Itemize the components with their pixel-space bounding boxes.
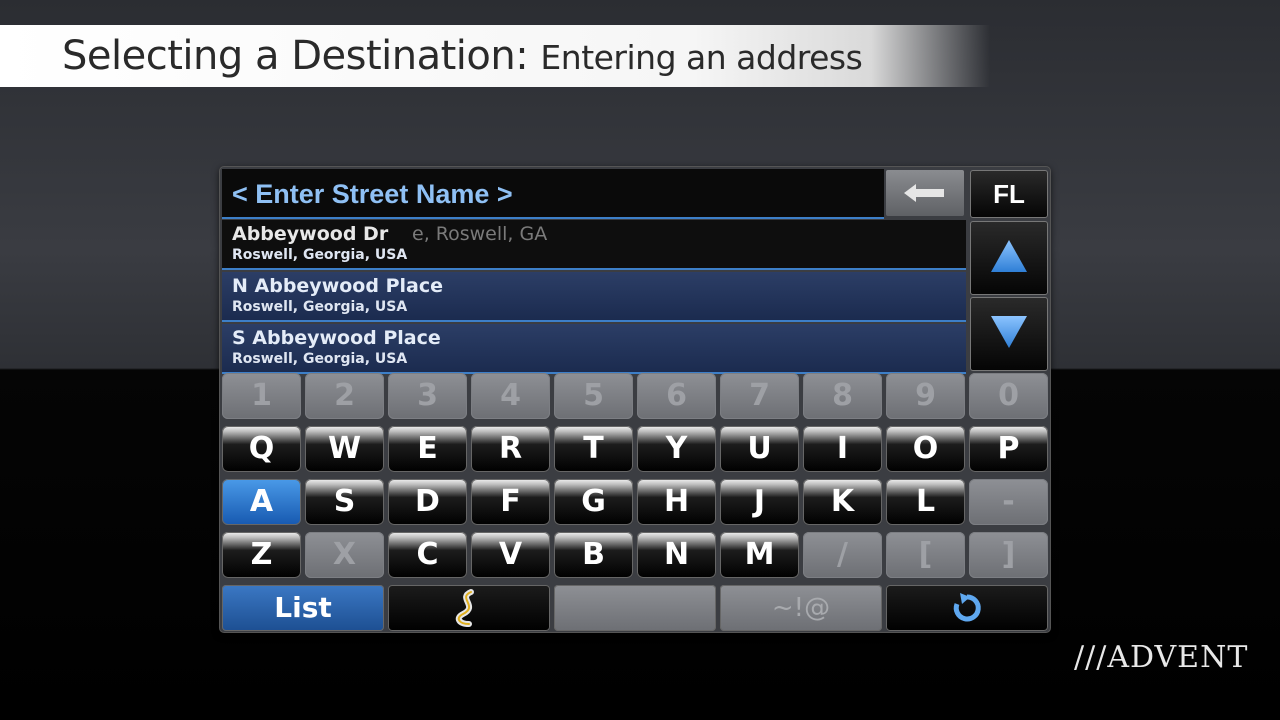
key-u[interactable]: U xyxy=(720,426,799,472)
key-i[interactable]: I xyxy=(803,426,882,472)
key-d[interactable]: D xyxy=(388,479,467,525)
down-arrow-icon xyxy=(991,316,1027,348)
key-slash: / xyxy=(803,532,882,578)
key-a[interactable]: A xyxy=(222,479,301,525)
result-name: N Abbeywood Place xyxy=(232,275,443,297)
key-g[interactable]: G xyxy=(554,479,633,525)
key-8: 8 xyxy=(803,373,882,419)
result-location: Roswell, Georgia, USA xyxy=(232,247,408,263)
key-y[interactable]: Y xyxy=(637,426,716,472)
key-c[interactable]: C xyxy=(388,532,467,578)
key-f[interactable]: F xyxy=(471,479,550,525)
key-right-bracket: ] xyxy=(969,532,1048,578)
street-name-entry[interactable]: < Enter Street Name > xyxy=(222,169,884,219)
banner-subtitle: Entering an address xyxy=(540,38,863,77)
result-name: Abbeywood Dr xyxy=(232,223,389,245)
scroll-down-button[interactable] xyxy=(970,297,1048,371)
banner-title: Selecting a Destination: Entering an add… xyxy=(62,33,863,79)
key-l[interactable]: L xyxy=(886,479,965,525)
key-x: X xyxy=(305,532,384,578)
route-icon xyxy=(455,589,474,627)
key-4: 4 xyxy=(471,373,550,419)
banner-title-main: Selecting a Destination: xyxy=(62,33,529,79)
rotate-button[interactable] xyxy=(886,585,1048,631)
key-m[interactable]: M xyxy=(720,532,799,578)
ghost-text: e, Roswell, GA xyxy=(412,223,548,245)
nav-device-screen: < Enter Street Name > FL e, Roswell, GA … xyxy=(220,167,1050,632)
route-button[interactable] xyxy=(388,585,550,631)
key-5: 5 xyxy=(554,373,633,419)
rotate-icon xyxy=(953,593,981,622)
key-3: 3 xyxy=(388,373,467,419)
result-name: S Abbeywood Place xyxy=(232,327,441,349)
key-h[interactable]: H xyxy=(637,479,716,525)
key-t[interactable]: T xyxy=(554,426,633,472)
key-p[interactable]: P xyxy=(969,426,1048,472)
key-1: 1 xyxy=(222,373,301,419)
key-k[interactable]: K xyxy=(803,479,882,525)
key-j[interactable]: J xyxy=(720,479,799,525)
list-item[interactable]: S Abbeywood Place Roswell, Georgia, USA xyxy=(222,324,966,374)
key-z[interactable]: Z xyxy=(222,532,301,578)
list-item[interactable]: e, Roswell, GA Abbeywood Dr Roswell, Geo… xyxy=(222,220,966,270)
key-s[interactable]: S xyxy=(305,479,384,525)
advent-logo: ///ADVENT xyxy=(1074,640,1249,675)
up-arrow-icon xyxy=(991,240,1027,272)
key-b[interactable]: B xyxy=(554,532,633,578)
results-list: e, Roswell, GA Abbeywood Dr Roswell, Geo… xyxy=(222,220,966,376)
key-0: 0 xyxy=(969,373,1048,419)
backspace-button[interactable] xyxy=(886,170,964,216)
symbols-button: ~!@ xyxy=(720,585,882,631)
result-location: Roswell, Georgia, USA xyxy=(232,299,408,315)
space-button xyxy=(554,585,716,631)
key-9: 9 xyxy=(886,373,965,419)
state-button[interactable]: FL xyxy=(970,170,1048,218)
key-6: 6 xyxy=(637,373,716,419)
key-e[interactable]: E xyxy=(388,426,467,472)
key-n[interactable]: N xyxy=(637,532,716,578)
key-dash: - xyxy=(969,479,1048,525)
result-location: Roswell, Georgia, USA xyxy=(232,351,408,367)
key-q[interactable]: Q xyxy=(222,426,301,472)
key-w[interactable]: W xyxy=(305,426,384,472)
key-7: 7 xyxy=(720,373,799,419)
title-banner: Selecting a Destination: Entering an add… xyxy=(0,25,990,87)
backspace-arrow-icon xyxy=(904,184,944,202)
list-item[interactable]: N Abbeywood Place Roswell, Georgia, USA xyxy=(222,272,966,322)
key-v[interactable]: V xyxy=(471,532,550,578)
key-r[interactable]: R xyxy=(471,426,550,472)
list-button[interactable]: List xyxy=(222,585,384,631)
key-left-bracket: [ xyxy=(886,532,965,578)
key-2: 2 xyxy=(305,373,384,419)
scroll-up-button[interactable] xyxy=(970,221,1048,295)
entry-text: < Enter Street Name > xyxy=(232,179,513,209)
key-o[interactable]: O xyxy=(886,426,965,472)
